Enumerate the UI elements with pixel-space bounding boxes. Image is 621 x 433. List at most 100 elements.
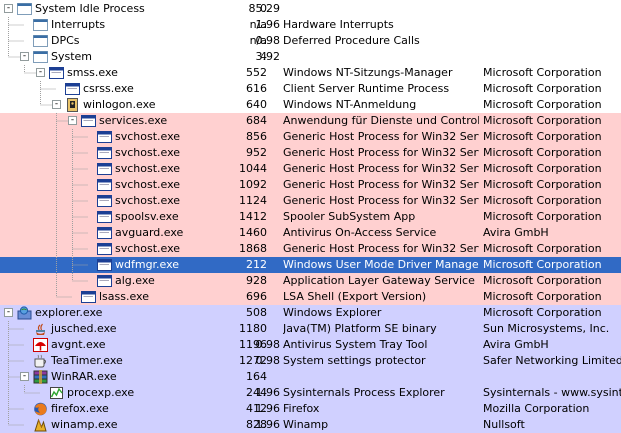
process-row[interactable]: avguard.exe 1460 Antivirus On-Access Servi… <box>0 225 621 241</box>
description: Java(TM) Platform SE binary <box>283 322 437 335</box>
process-row[interactable]: - WinRAR.exe 164 <box>0 369 621 385</box>
collapse-toggle[interactable]: - <box>36 68 45 77</box>
company-name: Microsoft Corporation <box>483 114 602 127</box>
company-name: Microsoft Corporation <box>483 306 602 319</box>
company-name: Avira GmbH <box>483 226 549 239</box>
pid-value: 952 <box>246 146 267 159</box>
process-name: avgnt.exe <box>51 338 106 351</box>
explorer-icon <box>17 306 32 320</box>
process-name: avguard.exe <box>115 226 184 239</box>
procexp-icon <box>49 386 64 400</box>
process-name: DPCs <box>51 34 80 47</box>
cpu-value: 0.98 <box>255 354 281 367</box>
description: Windows NT-Anmeldung <box>283 98 417 111</box>
collapse-toggle[interactable]: - <box>20 372 29 381</box>
process-row[interactable]: TeaTimer.exe 1272 0.98 System settings prot… <box>0 353 621 369</box>
process-row[interactable]: svchost.exe 1044 Generic Host Process for … <box>0 161 621 177</box>
app-window-icon <box>97 210 112 224</box>
pid-value: 640 <box>246 98 267 111</box>
process-name: csrss.exe <box>83 82 134 95</box>
process-row[interactable]: procexp.exe 244 1.96 Sysinternals Process E… <box>0 385 621 401</box>
window-icon <box>33 34 48 48</box>
process-row[interactable]: Interrupts n/a 1.96 Hardware Interrupts <box>0 17 621 33</box>
description: Generic Host Process for Win32 Services <box>283 162 479 175</box>
process-row[interactable]: firefox.exe 412 1.96 Firefox Mozilla Corpora… <box>0 401 621 417</box>
company-name: Microsoft Corporation <box>483 290 602 303</box>
collapse-toggle[interactable]: - <box>4 4 13 13</box>
cpu-value: 1.96 <box>255 418 281 431</box>
app-window-icon <box>97 162 112 176</box>
cpu-value: 1.96 <box>255 18 281 31</box>
process-row[interactable]: - System Idle Process 0 85.29 <box>0 1 621 17</box>
description: LSA Shell (Export Version) <box>283 290 427 303</box>
app-window-icon <box>49 66 64 80</box>
company-name: Microsoft Corporation <box>483 242 602 255</box>
collapse-toggle[interactable]: - <box>20 52 29 61</box>
description: Windows User Mode Driver Manager <box>283 258 479 271</box>
pid-value: 856 <box>246 130 267 143</box>
process-name: svchost.exe <box>115 194 181 207</box>
description: Generic Host Process for Win32 Services <box>283 146 479 159</box>
description: Windows Explorer <box>283 306 382 319</box>
process-row[interactable]: - System 4 3.92 <box>0 49 621 65</box>
process-row[interactable]: winamp.exe 828 1.96 Winamp Nullsoft <box>0 417 621 433</box>
pid-value: 212 <box>246 258 267 271</box>
process-name: procexp.exe <box>67 386 135 399</box>
app-window-icon <box>97 130 112 144</box>
process-row[interactable]: csrss.exe 616 Client Server Runtime Proces… <box>0 81 621 97</box>
app-window-icon <box>97 258 112 272</box>
pid-value: 616 <box>246 82 267 95</box>
process-name: System <box>51 50 93 63</box>
process-row[interactable]: wdfmgr.exe 212 Windows User Mode Driver Ma… <box>0 257 621 273</box>
process-row[interactable]: - explorer.exe 508 Windows Explorer Microsof… <box>0 305 621 321</box>
description: Sysinternals Process Explorer <box>283 386 445 399</box>
app-window-icon <box>97 178 112 192</box>
process-row[interactable]: alg.exe 928 Application Layer Gateway Serv… <box>0 273 621 289</box>
process-row[interactable]: - winlogon.exe 640 Windows NT-Anmeldung Micr… <box>0 97 621 113</box>
process-row[interactable]: lsass.exe 696 LSA Shell (Export Version) Mi… <box>0 289 621 305</box>
company-name: Mozilla Corporation <box>483 402 590 415</box>
process-row[interactable]: avgnt.exe 1196 0.98 Antivirus System Tray T… <box>0 337 621 353</box>
process-name: firefox.exe <box>51 402 109 415</box>
company-name: Microsoft Corporation <box>483 258 602 271</box>
window-icon <box>17 2 32 16</box>
collapse-toggle[interactable]: - <box>4 308 13 317</box>
pid-value: 684 <box>246 114 267 127</box>
process-name: wdfmgr.exe <box>113 257 182 273</box>
process-name: svchost.exe <box>115 242 181 255</box>
description: Generic Host Process for Win32 Services <box>283 242 479 255</box>
winamp-icon <box>33 418 48 432</box>
process-name: System Idle Process <box>35 2 145 15</box>
process-name: svchost.exe <box>115 162 181 175</box>
process-name: TeaTimer.exe <box>51 354 123 367</box>
pid-value: 1460 <box>239 226 267 239</box>
process-row[interactable]: svchost.exe 1092 Generic Host Process for … <box>0 177 621 193</box>
process-row[interactable]: jusched.exe 1180 Java(TM) Platform SE bina… <box>0 321 621 337</box>
pid-value: 1092 <box>239 178 267 191</box>
company-name: Microsoft Corporation <box>483 210 602 223</box>
collapse-toggle[interactable]: - <box>52 100 61 109</box>
process-row[interactable]: svchost.exe 856 Generic Host Process for W… <box>0 129 621 145</box>
app-window-icon <box>97 226 112 240</box>
app-window-icon <box>97 242 112 256</box>
pid-value: 1868 <box>239 242 267 255</box>
process-row[interactable]: svchost.exe 952 Generic Host Process for W… <box>0 145 621 161</box>
process-row[interactable]: spoolsv.exe 1412 Spooler SubSystem App Micr… <box>0 209 621 225</box>
company-name: Sysinternals - www.sysinter... <box>483 386 621 399</box>
description: Windows NT-Sitzungs-Manager <box>283 66 453 79</box>
description: Spooler SubSystem App <box>283 210 416 223</box>
process-row[interactable]: DPCs n/a 0.98 Deferred Procedure Calls <box>0 33 621 49</box>
process-row[interactable]: - services.exe 684 Anwendung für Dienste un… <box>0 113 621 129</box>
window-icon <box>33 18 48 32</box>
pid-value: 164 <box>246 370 267 383</box>
cpu-value: 85.29 <box>248 2 281 15</box>
process-row[interactable]: svchost.exe 1124 Generic Host Process for … <box>0 193 621 209</box>
description: Winamp <box>283 418 329 431</box>
company-name: Microsoft Corporation <box>483 146 602 159</box>
description: Antivirus System Tray Tool <box>283 338 428 351</box>
process-name: svchost.exe <box>115 130 181 143</box>
process-row[interactable]: - smss.exe 552 Windows NT-Sitzungs-Manager M… <box>0 65 621 81</box>
process-row[interactable]: svchost.exe 1868 Generic Host Process for … <box>0 241 621 257</box>
process-name: services.exe <box>99 114 168 127</box>
collapse-toggle[interactable]: - <box>68 116 77 125</box>
